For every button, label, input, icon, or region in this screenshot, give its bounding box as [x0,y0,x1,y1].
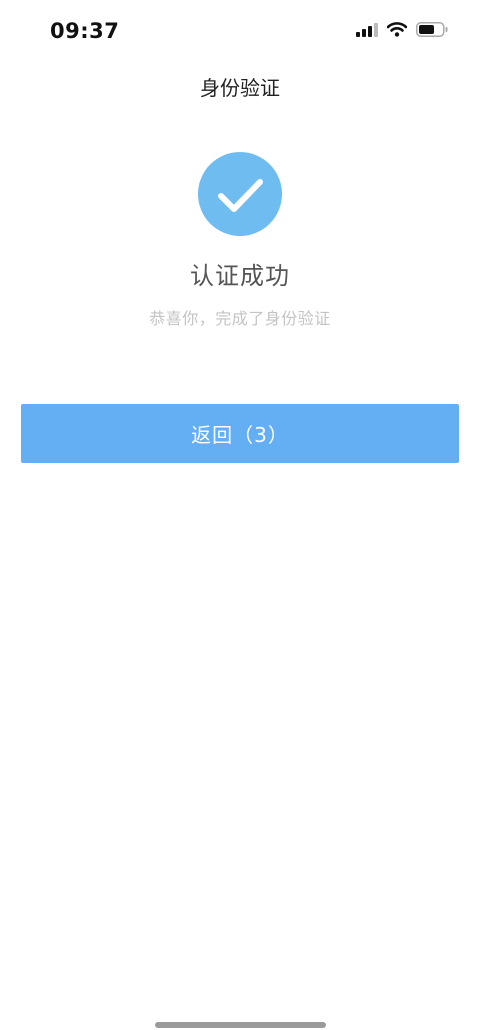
status-icons [356,22,448,37]
back-button[interactable]: 返回（3） [21,404,459,463]
signal-icon [356,22,378,37]
battery-icon [416,22,448,37]
checkmark-icon [218,179,263,212]
page-title: 身份验证 [200,76,280,100]
wifi-icon [387,22,407,37]
status-time: 09:37 [50,19,120,43]
success-checkmark-icon [198,152,282,236]
status-bar: 09:37 [0,0,480,62]
home-indicator[interactable] [155,1022,326,1028]
result-subtitle: 恭喜你，完成了身份验证 [149,309,331,328]
result-title: 认证成功 [190,262,290,290]
